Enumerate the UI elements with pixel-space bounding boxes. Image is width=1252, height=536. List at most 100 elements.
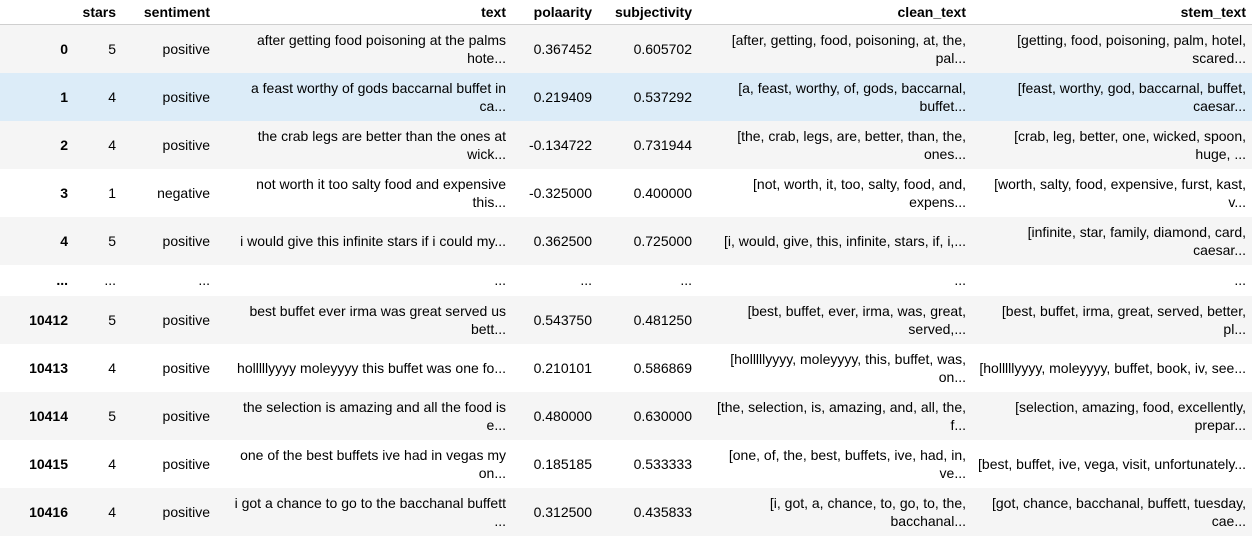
cell-subjectivity: 0.537292 — [633, 88, 692, 105]
cell-sentiment: positive — [162, 232, 210, 249]
cell-clean-text: [i, would, give, this, infinite, stars, … — [724, 232, 966, 249]
column-header-polaarity: polaarity — [512, 0, 598, 25]
table-row: 4 5 positive i would give this infinite sta… — [0, 216, 1252, 265]
cell-stars: 4 — [108, 136, 116, 153]
table-row: 3 1 negative not worth it too salty food an… — [0, 168, 1252, 217]
cell-polarity: 0.362500 — [533, 232, 592, 249]
row-index: 10412 — [29, 311, 68, 328]
table-row: 2 4 positive the crab legs are better than … — [0, 120, 1252, 169]
column-header-subjectivity: subjectivity — [598, 0, 698, 25]
row-index: 0 — [60, 40, 68, 57]
cell-stem-text: [worth, salty, food, expensive, furst, k… — [994, 175, 1246, 210]
cell-clean-text: [i, got, a, chance, to, go, to, the, bac… — [769, 494, 966, 529]
table-row: 10414 5 positive the selection is amazing a… — [0, 391, 1252, 440]
cell-stars: 4 — [108, 503, 116, 520]
cell-stars: 5 — [108, 232, 116, 249]
cell-text: best buffet ever irma was great served u… — [249, 302, 506, 337]
cell-sentiment: positive — [162, 40, 210, 57]
cell-subjectivity: 0.731944 — [633, 136, 692, 153]
table-row: ........................ — [0, 264, 1252, 296]
column-header-sentiment: sentiment — [122, 0, 216, 25]
cell-subjectivity: 0.533333 — [633, 455, 692, 472]
cell-sentiment: positive — [162, 455, 210, 472]
cell-stem-text: [infinite, star, family, diamond, card, … — [1027, 223, 1246, 258]
cell-polarity: 0.480000 — [533, 407, 592, 424]
row-index: 10416 — [29, 503, 68, 520]
cell-subjectivity: 0.605702 — [633, 40, 692, 57]
cell-sentiment: positive — [162, 311, 210, 328]
cell-stem-text: [best, buffet, ive, vega, visit, unfortu… — [978, 455, 1246, 472]
cell-clean-text: [one, of, the, best, buffets, ive, had, … — [728, 446, 966, 481]
cell-stars: 4 — [108, 455, 116, 472]
cell-subjectivity: 0.725000 — [633, 232, 692, 249]
cell-text: the crab legs are better than the ones a… — [257, 127, 506, 162]
cell-clean-text: [best, buffet, ever, irma, was, great, s… — [747, 302, 966, 337]
row-index: 3 — [60, 184, 68, 201]
cell-stem-text: ... — [1234, 272, 1246, 288]
table-row: 1 4 positive a feast worthy of gods baccarn… — [0, 72, 1252, 121]
cell-sentiment: positive — [162, 136, 210, 153]
table-row: 10416 4 positive i got a chance to go to th… — [0, 487, 1252, 536]
column-header-clean-text: clean_text — [698, 0, 972, 25]
cell-sentiment: negative — [157, 184, 210, 201]
index-header — [0, 0, 74, 25]
cell-clean-text: [after, getting, food, poisoning, at, th… — [731, 31, 966, 66]
table-row: 10413 4 positive holllllyyyy moleyyyy this … — [0, 343, 1252, 392]
cell-stem-text: [holllllyyyy, moleyyyy, buffet, book, iv… — [979, 359, 1246, 376]
cell-text: one of the best buffets ive had in vegas… — [240, 446, 506, 481]
cell-stars: 5 — [108, 407, 116, 424]
cell-polarity: -0.325000 — [528, 184, 592, 201]
cell-stem-text: [selection, amazing, food, excellently, … — [1015, 398, 1246, 433]
cell-clean-text: [holllllyyyy, moleyyyy, this, buffet, wa… — [730, 350, 966, 385]
cell-text: ... — [494, 272, 506, 288]
cell-sentiment: ... — [198, 272, 210, 288]
cell-subjectivity: 0.586869 — [633, 359, 692, 376]
cell-stars: 4 — [108, 88, 116, 105]
cell-stem-text: [feast, worthy, god, baccarnal, buffet, … — [1017, 79, 1246, 114]
column-header-text: text — [216, 0, 512, 25]
table-row: 0 5 positive after getting food poisoning a… — [0, 24, 1252, 73]
row-index: 10413 — [29, 359, 68, 376]
cell-stars: ... — [104, 272, 116, 288]
cell-polarity: 0.367452 — [533, 40, 592, 57]
cell-subjectivity: ... — [680, 272, 692, 288]
row-index: 2 — [60, 136, 68, 153]
cell-subjectivity: 0.400000 — [633, 184, 692, 201]
table-row: 10415 4 positive one of the best buffets iv… — [0, 439, 1252, 488]
cell-clean-text: [not, worth, it, too, salty, food, and, … — [753, 175, 966, 210]
cell-sentiment: positive — [162, 503, 210, 520]
cell-text: i would give this infinite stars if i co… — [240, 232, 506, 249]
cell-sentiment: positive — [162, 359, 210, 376]
cell-text: not worth it too salty food and expensiv… — [256, 175, 506, 210]
cell-polarity: ... — [580, 272, 592, 288]
cell-stars: 4 — [108, 359, 116, 376]
cell-polarity: 0.185185 — [533, 455, 592, 472]
cell-clean-text: ... — [954, 272, 966, 288]
cell-stars: 5 — [108, 311, 116, 328]
cell-polarity: 0.312500 — [533, 503, 592, 520]
cell-polarity: 0.543750 — [533, 311, 592, 328]
column-header-stars: stars — [74, 0, 122, 25]
header-row: stars sentiment text polaarity subjectiv… — [0, 0, 1252, 25]
cell-sentiment: positive — [162, 88, 210, 105]
cell-text: after getting food poisoning at the palm… — [256, 31, 506, 66]
cell-text: the selection is amazing and all the foo… — [242, 398, 506, 433]
cell-text: a feast worthy of gods baccarnal buffet … — [250, 79, 506, 114]
cell-stem-text: [getting, food, poisoning, palm, hotel, … — [1017, 31, 1246, 66]
column-header-stem-text: stem_text — [972, 0, 1252, 25]
table-row: 10412 5 positive best buffet ever irma was … — [0, 295, 1252, 344]
cell-text: holllllyyyy moleyyyy this buffet was one… — [237, 359, 506, 376]
dataframe-table: stars sentiment text polaarity subjectiv… — [0, 0, 1252, 536]
row-index: 4 — [60, 232, 68, 249]
cell-clean-text: [a, feast, worthy, of, gods, baccarnal, … — [738, 79, 966, 114]
cell-subjectivity: 0.435833 — [633, 503, 692, 520]
row-index: ... — [56, 272, 68, 288]
cell-stem-text: [best, buffet, irma, great, served, bett… — [1001, 302, 1246, 337]
cell-stem-text: [got, chance, bacchanal, buffett, tuesda… — [992, 494, 1246, 529]
cell-stars: 5 — [108, 40, 116, 57]
cell-subjectivity: 0.630000 — [633, 407, 692, 424]
cell-polarity: -0.134722 — [528, 136, 592, 153]
cell-stem-text: [crab, leg, better, one, wicked, spoon, … — [1014, 127, 1246, 162]
cell-sentiment: positive — [162, 407, 210, 424]
row-index: 1 — [60, 88, 68, 105]
